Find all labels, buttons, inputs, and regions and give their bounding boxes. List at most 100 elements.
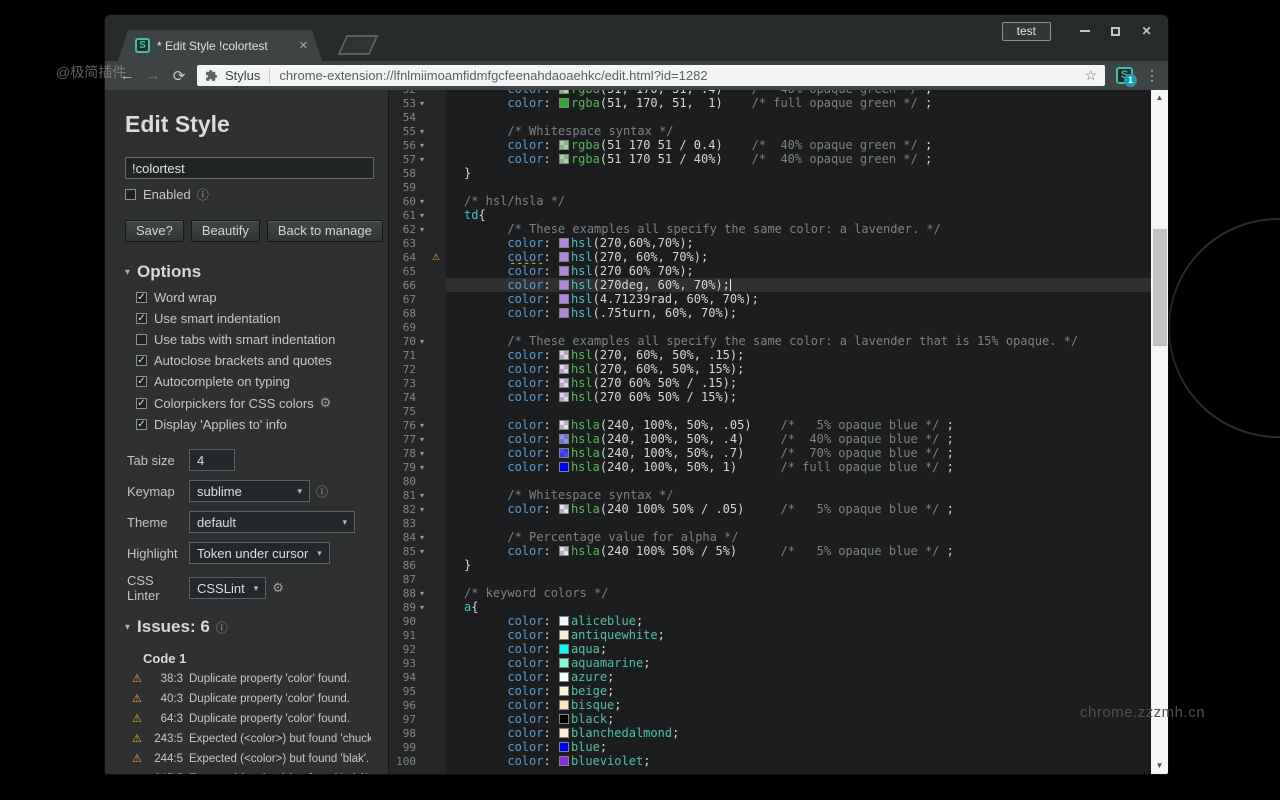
- code-line[interactable]: color: rgba(51 170 51 / 0.4) /* 40% opaq…: [446, 138, 1151, 152]
- option-row[interactable]: Autocomplete on typing: [136, 374, 371, 389]
- color-swatch[interactable]: [558, 686, 569, 696]
- code-line[interactable]: a{: [446, 600, 1151, 614]
- color-swatch[interactable]: [558, 462, 569, 472]
- code-line[interactable]: color: hsla(240, 100%, 50%, 1) /* full o…: [446, 460, 1151, 474]
- option-row[interactable]: Use smart indentation: [136, 311, 371, 326]
- back-to-manage-button[interactable]: Back to manage: [266, 220, 383, 242]
- fold-arrow-icon[interactable]: ▾: [416, 141, 428, 150]
- code-line[interactable]: color: hsl(270 60% 50% / .15);: [446, 376, 1151, 390]
- code-area[interactable]: color: rgba(51, 170, 51, .4) /* 40% opaq…: [446, 90, 1151, 774]
- fold-arrow-icon[interactable]: ▾: [416, 99, 428, 108]
- address-bar[interactable]: Stylus chrome-extension://lfnlmiimoamfid…: [197, 65, 1105, 86]
- gear-icon[interactable]: ⚙: [320, 395, 332, 411]
- code-line[interactable]: color: hsl(270 60% 70%);: [446, 264, 1151, 278]
- fold-arrow-icon[interactable]: ▾: [416, 225, 428, 234]
- code-line[interactable]: color: hsla(240, 100%, 50%, .7) /* 70% o…: [446, 446, 1151, 460]
- keymap-select[interactable]: sublime ▾: [189, 480, 310, 502]
- option-row[interactable]: Colorpickers for CSS colors ⚙: [136, 395, 371, 411]
- lint-issue[interactable]: ⚠ 244:5 Expected (<color>) but found 'blak…: [132, 752, 371, 765]
- fold-arrow-icon[interactable]: ▾: [416, 505, 428, 514]
- code-line[interactable]: }: [446, 166, 1151, 180]
- bookmark-star-icon[interactable]: ☆: [1084, 67, 1097, 84]
- fold-arrow-icon[interactable]: ▾: [416, 603, 428, 612]
- editor-scrollbar[interactable]: ▲ ▼: [1151, 90, 1168, 774]
- profile-button[interactable]: test: [1001, 22, 1051, 41]
- code-line[interactable]: color: aliceblue;: [446, 614, 1151, 628]
- fold-arrow-icon[interactable]: ▾: [416, 211, 428, 220]
- color-swatch[interactable]: [558, 420, 569, 430]
- color-swatch[interactable]: [558, 280, 569, 290]
- fold-arrow-icon[interactable]: ▾: [416, 197, 428, 206]
- minimize-button[interactable]: [1069, 21, 1100, 41]
- scroll-down-icon[interactable]: ▼: [1151, 761, 1168, 770]
- tab-size-input[interactable]: 4: [189, 449, 235, 471]
- color-swatch[interactable]: [558, 714, 569, 724]
- highlight-select[interactable]: Token under cursor ▾: [189, 542, 330, 564]
- code-line[interactable]: td{: [446, 208, 1151, 222]
- fold-arrow-icon[interactable]: ▾: [416, 421, 428, 430]
- color-swatch[interactable]: [558, 434, 569, 444]
- color-swatch[interactable]: [558, 644, 569, 654]
- style-name-input[interactable]: !colortest: [125, 157, 374, 179]
- color-swatch[interactable]: [558, 728, 569, 738]
- code-line[interactable]: [446, 320, 1151, 334]
- lint-issue[interactable]: ⚠245:5 Expected (<color>) but found 'rgb(…: [132, 772, 371, 774]
- code-line[interactable]: [446, 474, 1151, 488]
- code-line[interactable]: color: hsl(270, 60%, 70%);: [446, 250, 1151, 264]
- code-line[interactable]: color: beige;: [446, 684, 1151, 698]
- code-line[interactable]: color: hsla(240 100% 50% / .05) /* 5% op…: [446, 502, 1151, 516]
- code-line[interactable]: color: bisque;: [446, 698, 1151, 712]
- fold-arrow-icon[interactable]: ▾: [416, 547, 428, 556]
- color-swatch[interactable]: [558, 616, 569, 626]
- color-swatch[interactable]: [558, 140, 569, 150]
- code-line[interactable]: /* Whitespace syntax */: [446, 488, 1151, 502]
- browser-menu-icon[interactable]: ⋮: [1145, 67, 1159, 84]
- code-line[interactable]: /* keyword colors */: [446, 586, 1151, 600]
- fold-arrow-icon[interactable]: ▾: [416, 435, 428, 444]
- fold-arrow-icon[interactable]: ▾: [416, 449, 428, 458]
- color-swatch[interactable]: [558, 392, 569, 402]
- code-line[interactable]: color: blueviolet;: [446, 754, 1151, 768]
- code-line[interactable]: color: azure;: [446, 670, 1151, 684]
- code-line[interactable]: color: blanchedalmond;: [446, 726, 1151, 740]
- option-checkbox[interactable]: [136, 292, 147, 303]
- scroll-up-icon[interactable]: ▲: [1151, 93, 1168, 102]
- code-line[interactable]: /* These examples all specify the same c…: [446, 222, 1151, 236]
- color-swatch[interactable]: [558, 266, 569, 276]
- theme-select[interactable]: default ▾: [189, 511, 355, 533]
- code-line[interactable]: color: rgba(51, 170, 51, 1) /* full opaq…: [446, 96, 1151, 110]
- code-line[interactable]: color: hsla(240 100% 50% / 5%) /* 5% opa…: [446, 544, 1151, 558]
- option-row[interactable]: Autoclose brackets and quotes: [136, 353, 371, 368]
- code-line[interactable]: color: hsla(240, 100%, 50%, .4) /* 40% o…: [446, 432, 1151, 446]
- scrollbar-thumb[interactable]: [1153, 229, 1167, 346]
- code-line[interactable]: color: rgba(51 170 51 / 40%) /* 40% opaq…: [446, 152, 1151, 166]
- option-checkbox[interactable]: [136, 334, 147, 345]
- code-line[interactable]: /* Percentage value for alpha */: [446, 530, 1151, 544]
- code-line[interactable]: color: hsl(.75turn, 60%, 70%);: [446, 306, 1151, 320]
- color-swatch[interactable]: [558, 98, 569, 108]
- code-line[interactable]: [446, 516, 1151, 530]
- color-swatch[interactable]: [558, 90, 569, 94]
- linter-select[interactable]: CSSLint ▾: [189, 577, 267, 599]
- forward-icon[interactable]: →: [140, 67, 166, 84]
- stylus-extension-icon[interactable]: S 1: [1116, 67, 1137, 87]
- code-line[interactable]: color: hsl(270, 60%, 50%, .15);: [446, 348, 1151, 362]
- keymap-info-icon[interactable]: ⓘ: [316, 483, 328, 500]
- info-icon[interactable]: ⓘ: [197, 186, 209, 203]
- issues-header[interactable]: ▾ Issues: 6 ⓘ: [125, 617, 371, 637]
- issues-info-icon[interactable]: ⓘ: [216, 619, 228, 636]
- code-line[interactable]: color: hsl(270,60%,70%);: [446, 236, 1151, 250]
- option-row[interactable]: Use tabs with smart indentation: [136, 332, 371, 347]
- option-row[interactable]: Display 'Applies to' info: [136, 417, 371, 432]
- code-line[interactable]: /* hsl/hsla */: [446, 194, 1151, 208]
- linter-gear-icon[interactable]: ⚙: [272, 580, 284, 596]
- code-line[interactable]: [446, 180, 1151, 194]
- color-swatch[interactable]: [558, 756, 569, 766]
- color-swatch[interactable]: [558, 364, 569, 374]
- option-row[interactable]: Word wrap: [136, 290, 371, 305]
- color-swatch[interactable]: [558, 672, 569, 682]
- fold-arrow-icon[interactable]: ▾: [416, 533, 428, 542]
- maximize-button[interactable]: [1100, 21, 1131, 41]
- color-swatch[interactable]: [558, 630, 569, 640]
- code-line[interactable]: color: aqua;: [446, 642, 1151, 656]
